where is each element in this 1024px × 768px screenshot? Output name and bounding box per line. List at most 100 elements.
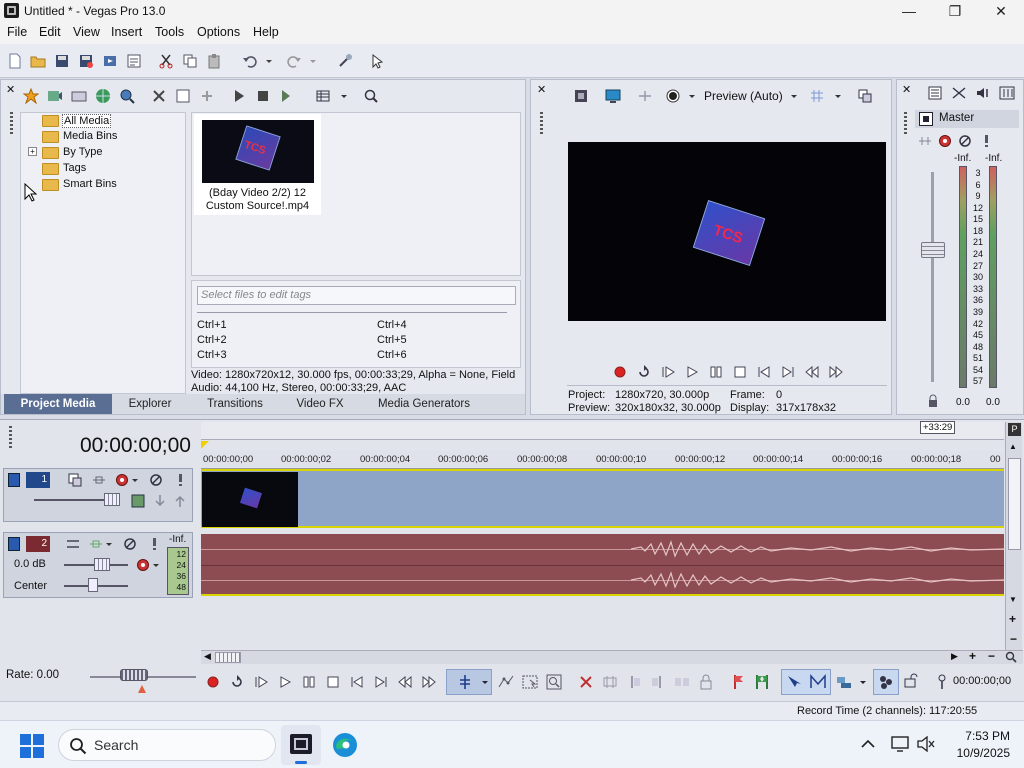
redo-dropdown-icon[interactable]	[308, 53, 318, 69]
tree-item-media-bins[interactable]: Media Bins	[63, 130, 117, 142]
play-icon[interactable]	[276, 673, 294, 691]
playhead-flag-icon[interactable]	[200, 440, 210, 450]
master-fader-handle[interactable]	[921, 242, 945, 258]
paste-icon[interactable]	[206, 53, 222, 69]
pause-icon[interactable]	[300, 673, 318, 691]
mixer-properties-icon[interactable]	[927, 85, 943, 101]
import-media-icon[interactable]	[23, 88, 39, 104]
zoom-out-vertical-icon[interactable]: −	[1010, 632, 1017, 646]
enable-snapping-icon[interactable]	[337, 53, 353, 69]
selection-tool-icon[interactable]	[521, 673, 539, 691]
panel-close-icon[interactable]: ✕	[6, 83, 15, 96]
track-fx-dropdown-icon[interactable]	[131, 472, 139, 488]
open-icon[interactable]	[30, 53, 46, 69]
preview-quality-icon[interactable]	[665, 88, 681, 104]
loop-playback-icon[interactable]	[635, 363, 653, 381]
master-mute-icon[interactable]	[957, 133, 973, 149]
new-project-icon[interactable]	[7, 53, 23, 69]
master-solo-icon[interactable]	[979, 133, 995, 149]
timeline-timecode[interactable]: 00:00:00;00	[80, 434, 191, 458]
media-properties-icon[interactable]	[175, 88, 191, 104]
tags-input[interactable]: Select files to edit tags	[197, 286, 516, 305]
expand-keyframes-icon[interactable]	[152, 493, 168, 509]
tab-transitions[interactable]: Transitions	[188, 394, 282, 414]
pan-slider-handle[interactable]	[88, 578, 98, 592]
audio-track-lane[interactable]	[201, 534, 1004, 596]
maximize-button[interactable]: ❐	[932, 0, 978, 22]
marker-flag-icon[interactable]: P	[1008, 423, 1021, 436]
insert-marker-icon[interactable]	[729, 673, 747, 691]
search-icon[interactable]	[363, 88, 379, 104]
video-output-fx-icon[interactable]	[573, 88, 589, 104]
scroll-right-icon[interactable]: ▶	[951, 651, 958, 662]
track-expand-icon[interactable]	[8, 473, 20, 487]
video-track-header[interactable]: 1	[3, 468, 193, 522]
ripple-mode-icon[interactable]	[835, 673, 853, 691]
save-as-icon[interactable]	[78, 53, 94, 69]
mute-icon[interactable]	[122, 536, 138, 552]
pin-icon[interactable]	[933, 673, 951, 691]
input-dropdown-icon[interactable]	[105, 536, 113, 552]
volume-muted-icon[interactable]	[917, 736, 935, 752]
solo-icon[interactable]	[172, 472, 188, 488]
panel-grip[interactable]	[540, 112, 543, 134]
globe-icon[interactable]	[95, 88, 111, 104]
network-icon[interactable]	[891, 736, 909, 752]
track-motion-icon[interactable]	[130, 493, 146, 509]
previous-frame-icon[interactable]	[396, 673, 414, 691]
record-icon[interactable]	[611, 363, 629, 381]
trim-end-icon[interactable]	[649, 673, 667, 691]
scroll-up-icon[interactable]: ▲	[1009, 442, 1017, 451]
pause-icon[interactable]	[707, 363, 725, 381]
copy-icon[interactable]	[182, 53, 198, 69]
preview-mode-label[interactable]: Preview (Auto)	[704, 89, 783, 103]
level-slider-handle[interactable]	[104, 493, 120, 506]
preview-screen[interactable]: TCS	[568, 142, 886, 321]
arm-for-record-icon[interactable]	[88, 536, 104, 552]
menu-edit[interactable]: Edit	[39, 25, 61, 39]
go-to-start-icon[interactable]	[348, 673, 366, 691]
play-icon[interactable]	[683, 363, 701, 381]
video-clip-thumbnail[interactable]	[202, 472, 298, 527]
lock-envelopes-icon[interactable]	[877, 673, 895, 691]
tag-shortcut[interactable]: Ctrl+3	[197, 349, 227, 361]
capture-video-icon[interactable]	[47, 88, 63, 104]
play-from-start-icon[interactable]	[659, 363, 677, 381]
transport-timecode[interactable]: 00:00:00;00	[953, 675, 1011, 687]
media-fx-icon[interactable]	[199, 88, 215, 104]
previous-frame-icon[interactable]	[803, 363, 821, 381]
auto-preview-icon[interactable]	[279, 88, 295, 104]
taskbar-search-box[interactable]: Search	[58, 729, 276, 761]
lock-icon[interactable]	[697, 673, 715, 691]
tab-project-media[interactable]: Project Media	[4, 394, 112, 414]
menu-options[interactable]: Options	[197, 25, 240, 39]
zoom-out-horizontal-icon[interactable]: −	[988, 649, 995, 663]
tree-item-tags[interactable]: Tags	[63, 162, 86, 174]
dim-output-icon[interactable]	[975, 85, 991, 101]
timeline-marker-bar[interactable]	[201, 422, 1004, 440]
clock-time[interactable]: 7:53 PM	[958, 729, 1010, 743]
go-to-start-icon[interactable]	[755, 363, 773, 381]
render-as-icon[interactable]	[102, 53, 118, 69]
go-to-end-icon[interactable]	[372, 673, 390, 691]
parent-motion-icon[interactable]	[91, 472, 107, 488]
expand-icon[interactable]: +	[28, 147, 37, 156]
tag-shortcut[interactable]: Ctrl+2	[197, 334, 227, 346]
video-track-lane[interactable]	[201, 471, 1004, 528]
ripple-dropdown-icon[interactable]	[858, 673, 868, 691]
tag-shortcut[interactable]: Ctrl+5	[377, 334, 407, 346]
downmix-icon[interactable]	[951, 85, 967, 101]
stop-icon[interactable]	[324, 673, 342, 691]
automation-icon[interactable]	[172, 493, 188, 509]
normal-edit-tool-icon[interactable]	[456, 673, 474, 691]
zoom-tool-icon[interactable]	[1005, 651, 1017, 663]
tree-item-by-type[interactable]: By Type	[63, 146, 103, 158]
timeline-grip[interactable]	[9, 426, 12, 448]
rate-slider-handle[interactable]	[120, 669, 148, 681]
minimize-button[interactable]: —	[886, 0, 932, 22]
menu-insert[interactable]: Insert	[111, 25, 142, 39]
taskbar-vegas-app[interactable]	[281, 725, 321, 765]
trim-icon[interactable]	[601, 673, 619, 691]
solo-icon[interactable]	[146, 536, 162, 552]
tab-video-fx[interactable]: Video FX	[284, 394, 356, 414]
